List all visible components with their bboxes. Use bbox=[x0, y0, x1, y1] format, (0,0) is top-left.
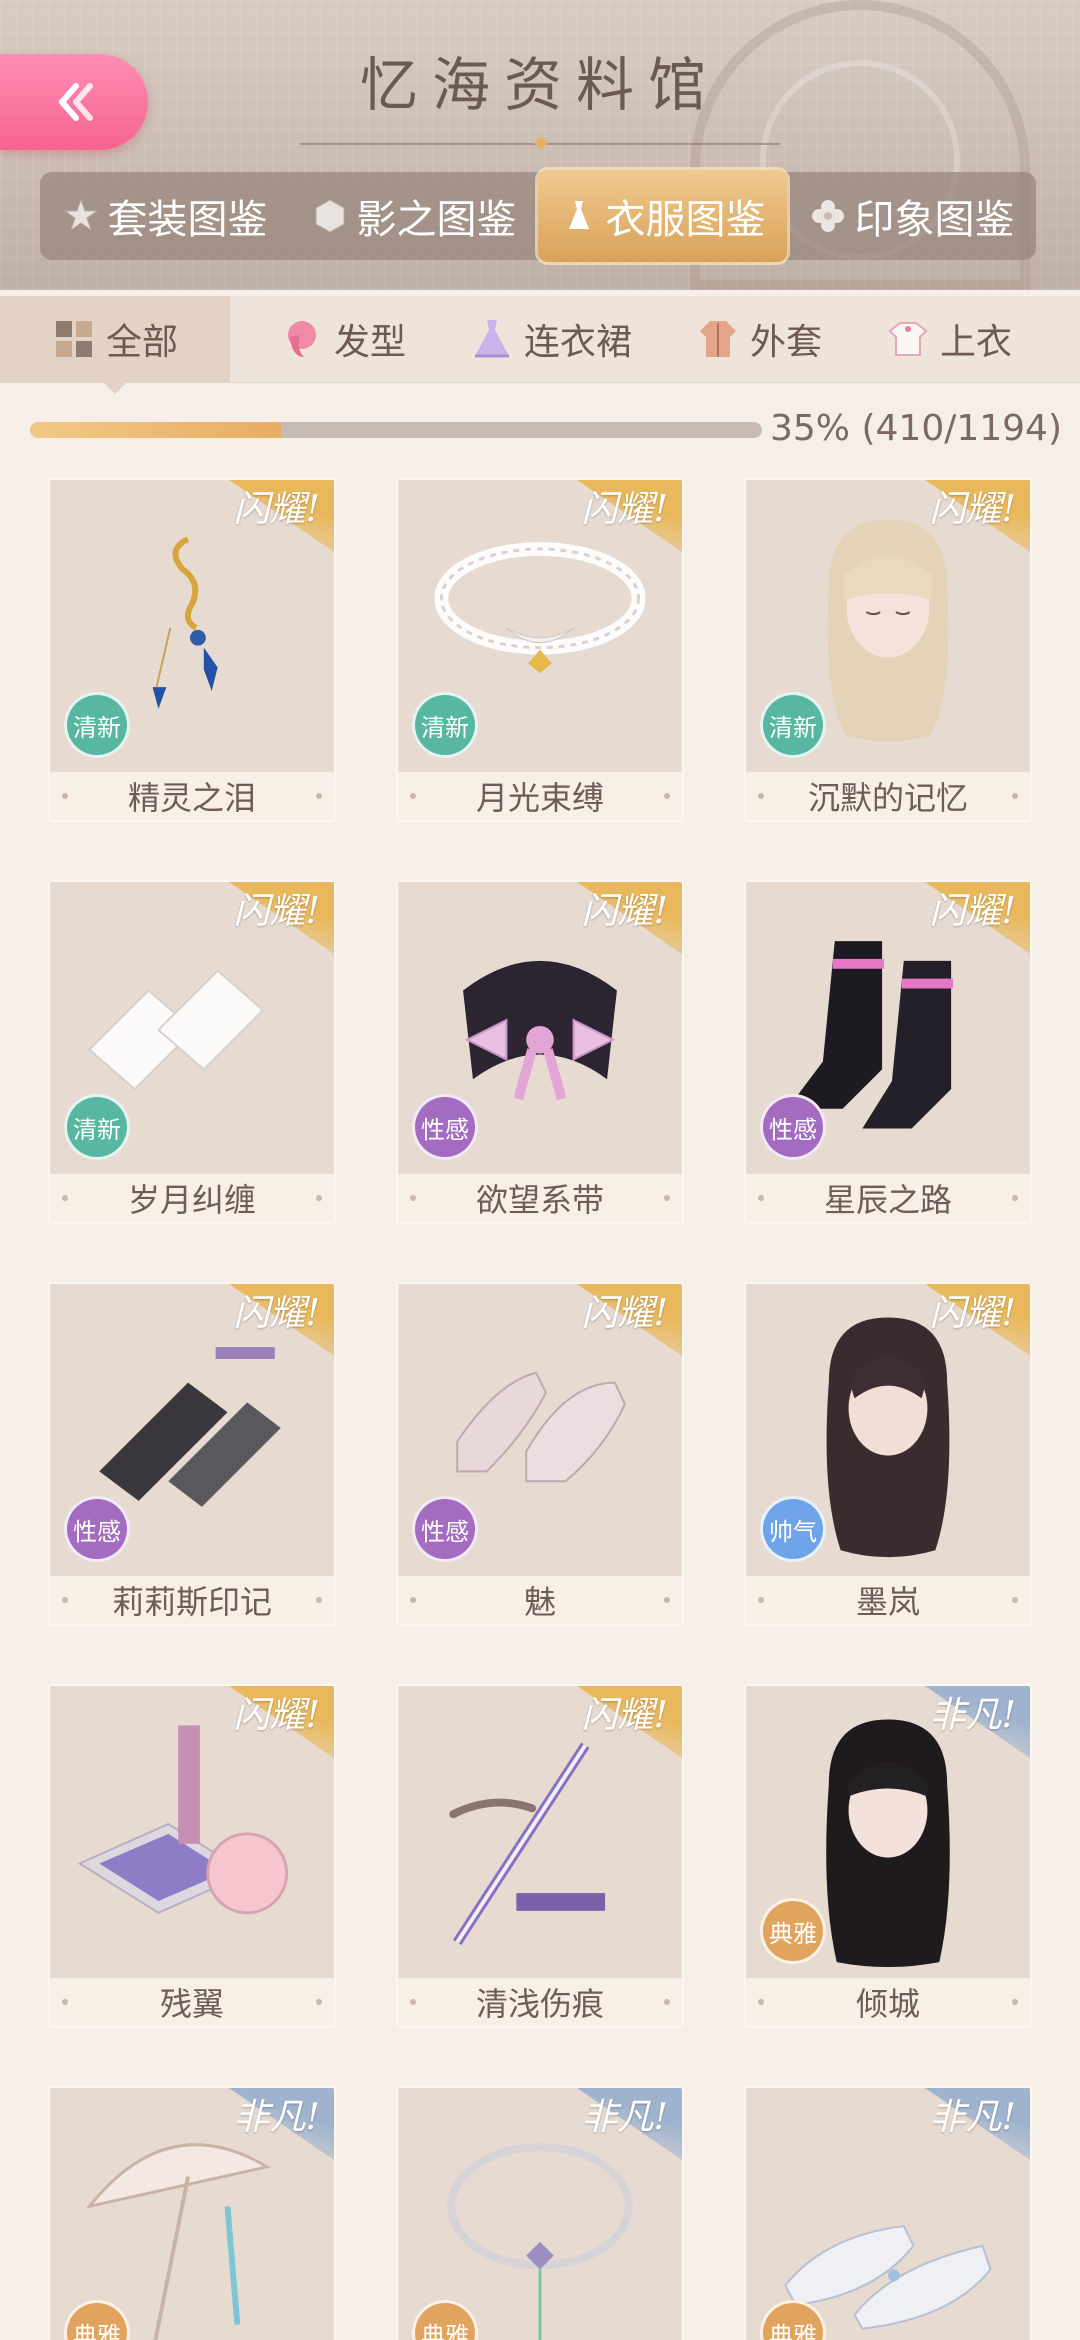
style-tag: 性感 bbox=[412, 1094, 478, 1160]
item-card[interactable]: 闪耀! 清浅伤痕 bbox=[396, 1684, 684, 2028]
item-name: 岁月纠缠 bbox=[50, 1174, 334, 1222]
rarity-badge: 闪耀! bbox=[929, 489, 1016, 530]
item-card[interactable]: 闪耀! 帅气墨岚 bbox=[744, 1282, 1032, 1626]
rarity-badge: 非凡! bbox=[581, 2097, 668, 2138]
item-card[interactable]: 非凡! 典雅 bbox=[48, 2086, 336, 2340]
item-name: 倾城 bbox=[746, 1978, 1030, 2026]
item-card[interactable]: 闪耀! 性感魅 bbox=[396, 1282, 684, 1626]
item-card[interactable]: 闪耀! 清新沉默的记忆 bbox=[744, 478, 1032, 822]
rarity-badge: 非凡! bbox=[929, 2097, 1016, 2138]
rarity-badge: 闪耀! bbox=[233, 891, 320, 932]
rarity-badge: 闪耀! bbox=[233, 1695, 320, 1736]
rarity-badge: 闪耀! bbox=[929, 891, 1016, 932]
item-card[interactable]: 非凡! 典雅 bbox=[744, 2086, 1032, 2340]
item-card[interactable]: 闪耀! 性感欲望系带 bbox=[396, 880, 684, 1224]
item-card[interactable]: 非凡! 典雅倾城 bbox=[744, 1684, 1032, 2028]
style-tag: 性感 bbox=[412, 1496, 478, 1562]
rarity-badge: 闪耀! bbox=[929, 1293, 1016, 1334]
item-card[interactable]: 闪耀! 清新精灵之泪 bbox=[48, 478, 336, 822]
rarity-badge: 非凡! bbox=[233, 2097, 320, 2138]
item-name: 月光束缚 bbox=[398, 772, 682, 820]
style-tag: 性感 bbox=[64, 1496, 130, 1562]
rarity-badge: 闪耀! bbox=[581, 1695, 668, 1736]
item-name: 星辰之路 bbox=[746, 1174, 1030, 1222]
item-card[interactable]: 闪耀! 清新岁月纠缠 bbox=[48, 880, 336, 1224]
rarity-badge: 非凡! bbox=[929, 1695, 1016, 1736]
codex-screen: 忆海资料馆 套装图鉴 影之图鉴 衣服图鉴 印象图鉴 ✦ ✦ bbox=[0, 0, 1080, 2340]
style-tag: 性感 bbox=[760, 1094, 826, 1160]
rarity-badge: 闪耀! bbox=[581, 489, 668, 530]
item-name: 魅 bbox=[398, 1576, 682, 1624]
item-card[interactable]: 闪耀! 残翼 bbox=[48, 1684, 336, 2028]
item-card[interactable]: 闪耀! 清新月光束缚 bbox=[396, 478, 684, 822]
item-name: 清浅伤痕 bbox=[398, 1978, 682, 2026]
item-card[interactable]: 闪耀! 性感莉莉斯印记 bbox=[48, 1282, 336, 1626]
item-grid: 闪耀! 清新 精灵之泪 闪耀! 清新 月光束缚 闪耀! 清新 沉默的记忆 闪耀! 清新 岁月纠缠 闪耀!… bbox=[0, 0, 1080, 2340]
item-name: 墨岚 bbox=[746, 1576, 1030, 1624]
item-card[interactable]: 非凡! 典雅 bbox=[396, 2086, 684, 2340]
item-name: 残翼 bbox=[50, 1978, 334, 2026]
style-tag: 清新 bbox=[64, 1094, 130, 1160]
item-name: 莉莉斯印记 bbox=[50, 1576, 334, 1624]
item-name: 欲望系带 bbox=[398, 1174, 682, 1222]
item-name: 精灵之泪 bbox=[50, 772, 334, 820]
style-tag: 清新 bbox=[412, 692, 478, 758]
item-card[interactable]: 闪耀! 性感星辰之路 bbox=[744, 880, 1032, 1224]
rarity-badge: 闪耀! bbox=[233, 1293, 320, 1334]
rarity-badge: 闪耀! bbox=[581, 891, 668, 932]
style-tag: 典雅 bbox=[760, 1898, 826, 1964]
rarity-badge: 闪耀! bbox=[581, 1293, 668, 1334]
style-tag: 清新 bbox=[64, 692, 130, 758]
style-tag: 帅气 bbox=[760, 1496, 826, 1562]
item-name: 沉默的记忆 bbox=[746, 772, 1030, 820]
style-tag: 清新 bbox=[760, 692, 826, 758]
rarity-badge: 闪耀! bbox=[233, 489, 320, 530]
